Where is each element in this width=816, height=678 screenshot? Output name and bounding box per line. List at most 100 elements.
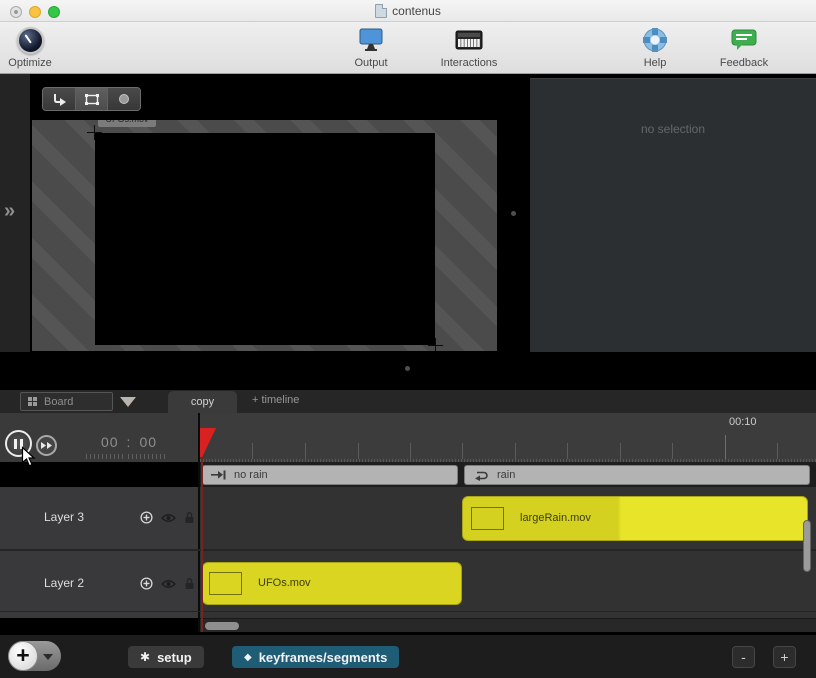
playhead-line [201,455,203,632]
segment-rain[interactable]: rain [464,465,810,485]
clip-thumbnail [209,572,242,595]
clip-label: largeRain.mov [520,512,591,524]
timeline-zoom-in-button[interactable]: + [773,646,796,668]
window-title: contenus [392,4,441,18]
panel-divider-handle[interactable] [511,211,516,216]
add-layer-split-button[interactable]: + [8,641,61,671]
speech-bubble-icon [731,28,757,52]
keyframes-segments-button[interactable]: ◆ keyframes/segments [232,646,399,668]
panel-divider-handle[interactable] [405,366,410,371]
midi-keyboard-icon [455,29,483,51]
left-collapsed-panel: » [0,74,30,352]
segments-row: no rain rain [200,462,816,487]
add-keyframe-icon[interactable] [140,577,153,590]
visibility-eye-icon[interactable] [161,513,176,523]
timeline-ruler[interactable]: 00:10 [200,413,816,462]
timeline-tabbar: Board copy + timeline [0,390,816,413]
stage-area: » UFOs.mov no selecti [0,74,816,390]
corner-handle-icon[interactable] [87,125,102,140]
gauge-icon [17,27,44,54]
row-separator [0,611,816,612]
add-keyframe-icon[interactable] [140,511,153,524]
toolbar-item-output[interactable]: Output [326,25,416,73]
play-to-end-icon [211,470,226,480]
tab-copy[interactable]: copy [168,391,237,413]
setup-button[interactable]: ✱ setup [128,646,204,668]
toolbar-label: Help [644,57,667,69]
fast-forward-button[interactable] [36,435,57,456]
board-selector-button[interactable]: Board [20,392,113,411]
timeline-panel: 00 : 00 00:10 no rain [0,413,816,635]
preview-canvas[interactable]: UFOs.mov [32,120,497,351]
timeline-zoom-out-button[interactable]: - [732,646,755,668]
lock-icon[interactable] [184,511,195,524]
add-layer-button[interactable]: + [8,641,38,671]
board-dropdown-icon[interactable] [120,397,136,407]
fast-forward-icon [40,441,53,450]
gear-icon: ✱ [140,650,150,664]
layer-name[interactable]: Layer 3 [44,510,84,524]
window-titlebar: contenus [0,0,816,22]
toolbar-label: Interactions [441,57,498,69]
board-grid-icon [28,397,37,406]
toolbar-label: Optimize [8,57,51,69]
layer-label-column [0,487,198,618]
move-tool-button[interactable] [43,88,76,110]
transport-controls: 00 : 00 [0,413,198,462]
time-separator: : [127,434,132,450]
horizontal-scrollbar-thumb[interactable] [205,622,239,630]
horizontal-scrollbar[interactable] [200,618,816,632]
canvas-tool-group [42,87,141,111]
segment-label: no rain [234,469,268,481]
clip-thumbnail [471,507,504,530]
document-icon [375,4,387,18]
layer-controls [140,577,195,590]
setup-label: setup [157,650,192,665]
transform-rect-icon [83,92,101,107]
segment-label: rain [497,469,515,481]
diamond-icon: ◆ [244,652,252,663]
lifebuoy-icon [642,27,668,53]
bottom-bar: + ✱ setup ◆ keyframes/segments - + [0,635,816,678]
minutes-scrubber[interactable] [86,454,124,459]
clip-largerain[interactable]: largeRain.mov [462,496,808,541]
time-seconds[interactable]: 00 [139,434,157,450]
clip-label-clipped: UFOs.mov [98,120,156,127]
move-arrow-icon [50,91,68,108]
inspector-panel: no selection [530,78,816,352]
window-title-area: contenus [0,0,816,22]
mask-circle-icon [116,92,132,106]
transform-tool-button[interactable] [76,88,109,110]
toolbar-item-interactions[interactable]: Interactions [424,25,514,73]
keyframes-label: keyframes/segments [259,650,388,665]
loop-icon [473,470,489,481]
time-minutes[interactable]: 00 [101,434,119,450]
add-layer-dropdown-icon[interactable] [43,654,53,660]
seconds-scrubber[interactable] [128,454,166,459]
vertical-scrollbar-thumb[interactable] [803,520,811,572]
video-layer-bounds[interactable] [95,133,435,345]
no-selection-text: no selection [530,122,816,136]
layer-name[interactable]: Layer 2 [44,576,84,590]
segment-no-rain[interactable]: no rain [202,465,458,485]
corner-handle-icon[interactable] [428,338,443,351]
display-icon [357,27,385,53]
row-separator [0,549,816,551]
clip-ufos[interactable]: UFOs.mov [202,562,462,605]
lock-icon[interactable] [184,577,195,590]
toolbar-label: Feedback [720,57,768,69]
ruler-time-label: 00:10 [729,416,757,428]
time-display: 00 : 00 [84,434,174,450]
layer-lanes: Layer 3 Layer 2 [0,487,816,618]
visibility-eye-icon[interactable] [161,579,176,589]
app-toolbar: Optimize Output Interacti [0,22,816,74]
expand-panel-chevrons-icon[interactable]: » [4,200,14,223]
mask-tool-button[interactable] [108,88,140,110]
layer-controls [140,511,195,524]
toolbar-item-help[interactable]: Help [610,25,700,73]
add-timeline-button[interactable]: + timeline [252,394,299,406]
toolbar-item-optimize[interactable]: Optimize [0,25,75,73]
clip-label: UFOs.mov [258,577,311,589]
toolbar-item-feedback[interactable]: Feedback [699,25,789,73]
board-label: Board [44,396,73,408]
